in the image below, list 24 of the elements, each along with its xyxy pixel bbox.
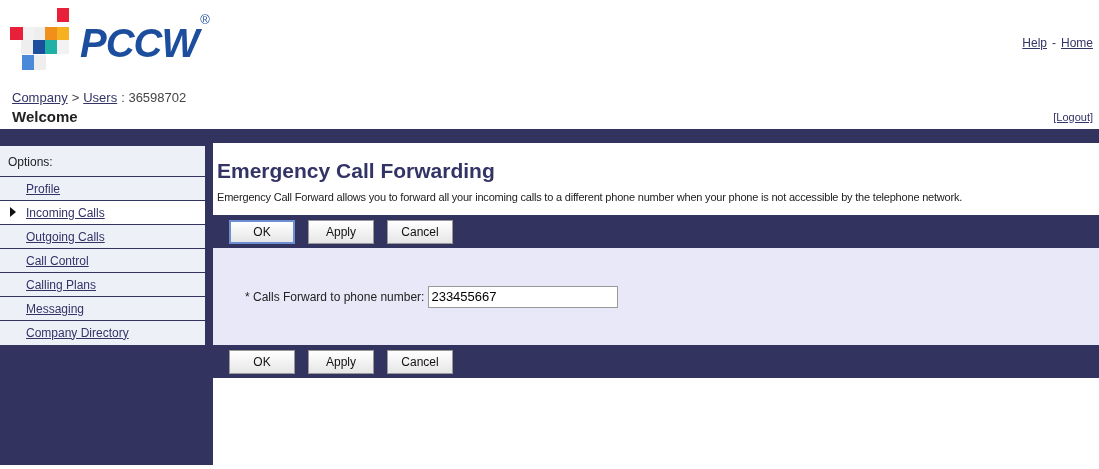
pointer-icon [10, 206, 16, 217]
logout-link[interactable]: [Logout] [1053, 111, 1093, 123]
header-link[interactable]: Help [1022, 36, 1047, 50]
sidebar-item[interactable]: Incoming Calls [0, 201, 205, 225]
user-number: : 36598702 [121, 90, 187, 105]
form-button[interactable]: Apply [308, 349, 374, 374]
form-button[interactable]: OK [229, 219, 295, 244]
welcome-heading: Welcome [12, 108, 79, 125]
form-button[interactable]: Cancel [387, 219, 453, 244]
header-link[interactable]: Home [1061, 36, 1093, 50]
breadcrumb-link[interactable]: Users [83, 90, 118, 105]
field-label: * Calls Forward to phone number: [245, 289, 425, 304]
form-button[interactable]: Cancel [387, 349, 453, 374]
page-description: Emergency Call Forward allows you to forward all your incoming calls to a different phone number when your phone is not accessible by the telephone network. [217, 191, 964, 203]
sidebar-item[interactable]: Company Directory [0, 321, 205, 344]
separator: - [1052, 36, 1056, 50]
form-button[interactable]: OK [229, 349, 295, 374]
registered-mark: ® [200, 12, 210, 27]
logo-icon [10, 8, 70, 72]
separator: > [71, 90, 80, 105]
phone-number-field[interactable]: 233455667 [428, 285, 619, 308]
form-button[interactable]: Apply [308, 219, 374, 244]
breadcrumb-link[interactable]: Company [12, 90, 68, 105]
page-title: Emergency Call Forwarding [217, 159, 496, 183]
